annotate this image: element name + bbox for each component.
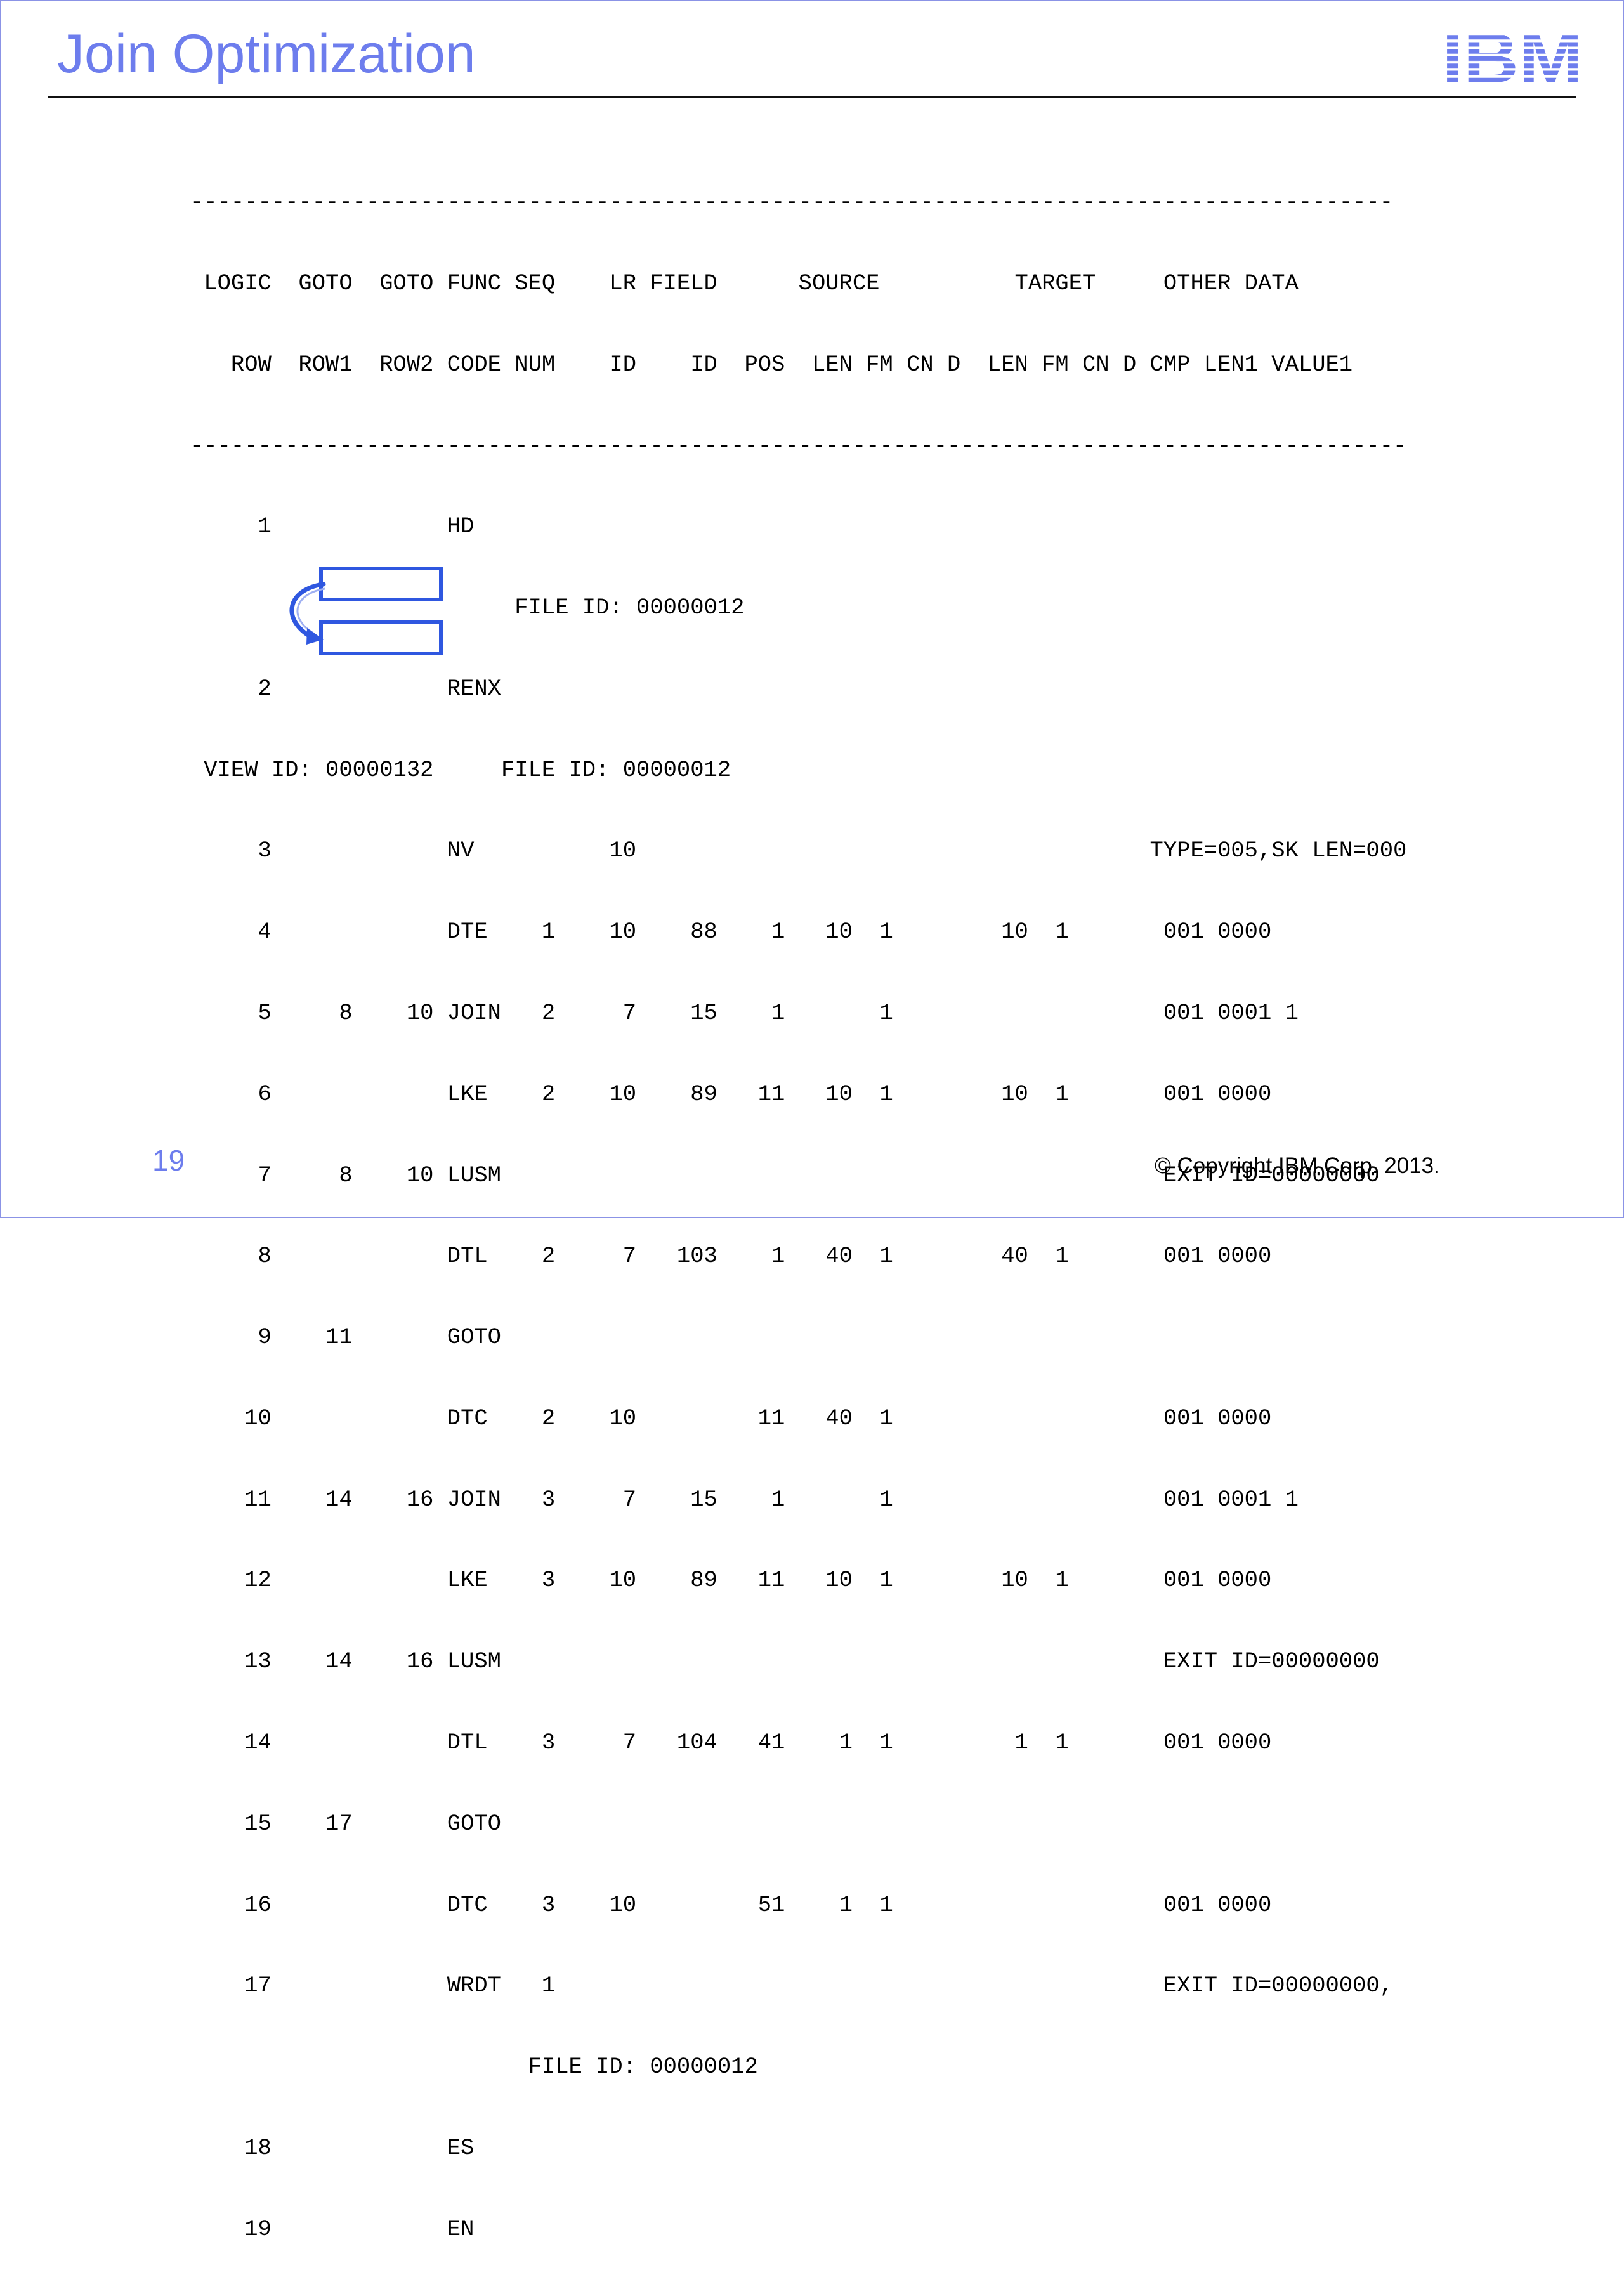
listing-line: 12 LKE 3 10 89 11 10 1 10 1 001 0000 bbox=[190, 1567, 1272, 1594]
listing-line: FILE ID: 00000012 bbox=[190, 2054, 758, 2080]
listing-line: 10 DTC 2 10 11 40 1 001 0000 bbox=[190, 1405, 1272, 1431]
copyright-notice: © Copyright IBM Corp. 2013. bbox=[1155, 1153, 1440, 1178]
listing-line: 8 DTL 2 7 103 1 40 1 40 1 001 0000 bbox=[190, 1243, 1272, 1269]
listing-line: 14 DTL 3 7 104 41 1 1 1 1 001 0000 bbox=[190, 1729, 1272, 1756]
listing-line: 11 14 16 JOIN 3 7 15 1 1 001 0001 1 bbox=[190, 1486, 1299, 1512]
arrow-head-icon bbox=[306, 628, 324, 645]
listing-line: 17 WRDT 1 EXIT ID=00000000, bbox=[190, 1972, 1394, 1999]
listing-line: 18 ES bbox=[190, 2134, 475, 2161]
listing-line: 13 14 16 LUSM EXIT ID=00000000 bbox=[190, 1648, 1380, 1675]
listing-line: 15 17 GOTO bbox=[190, 1810, 501, 1837]
page-number: 19 bbox=[152, 1144, 185, 1177]
listing-line: 16 DTC 3 10 51 1 1 001 0000 bbox=[190, 1891, 1272, 1918]
flow-arrow bbox=[289, 582, 326, 645]
listing-line: 19 EN bbox=[190, 2215, 475, 2242]
listing-line: 9 11 GOTO bbox=[190, 1324, 501, 1351]
flow-arrow-shadow bbox=[296, 587, 325, 634]
